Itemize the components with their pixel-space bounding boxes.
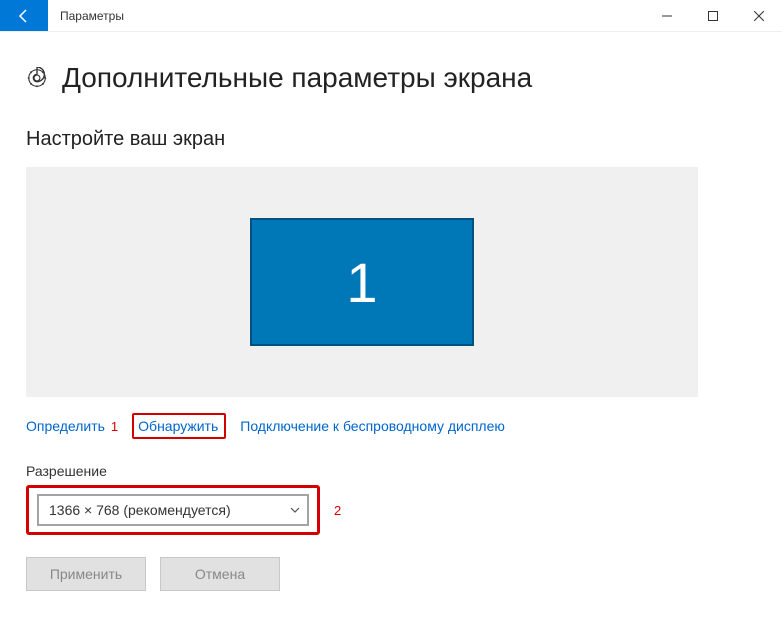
wireless-display-link[interactable]: Подключение к беспроводному дисплею bbox=[240, 418, 505, 434]
annotation-2: 2 bbox=[334, 503, 341, 518]
close-icon bbox=[754, 11, 764, 21]
apply-button[interactable]: Применить bbox=[26, 557, 146, 591]
highlight-box-detect: Обнаружить bbox=[132, 413, 226, 439]
content-area: Дополнительные параметры экрана Настройт… bbox=[0, 32, 782, 591]
annotation-1: 1 bbox=[111, 419, 118, 434]
monitor-label: 1 bbox=[346, 250, 377, 315]
button-row: Применить Отмена bbox=[26, 557, 756, 591]
cancel-button[interactable]: Отмена bbox=[160, 557, 280, 591]
window-title: Параметры bbox=[48, 0, 644, 31]
resolution-row: 1366 × 768 (рекомендуется) 2 bbox=[26, 485, 756, 535]
maximize-icon bbox=[708, 11, 718, 21]
display-links-row: Определить 1 Обнаружить Подключение к бе… bbox=[26, 413, 756, 439]
chevron-down-icon bbox=[289, 504, 301, 516]
monitor-preview-area[interactable]: 1 bbox=[26, 167, 698, 397]
gear-icon bbox=[26, 67, 48, 89]
detect-link[interactable]: Обнаружить bbox=[138, 418, 218, 434]
resolution-label: Разрешение bbox=[26, 463, 756, 479]
close-button[interactable] bbox=[736, 0, 782, 31]
maximize-button[interactable] bbox=[690, 0, 736, 31]
page-title: Дополнительные параметры экрана bbox=[62, 62, 532, 94]
identify-link[interactable]: Определить bbox=[26, 418, 105, 434]
minimize-button[interactable] bbox=[644, 0, 690, 31]
minimize-icon bbox=[662, 11, 672, 21]
back-button[interactable] bbox=[0, 0, 48, 31]
page-header: Дополнительные параметры экрана bbox=[26, 62, 756, 94]
resolution-selected-value: 1366 × 768 (рекомендуется) bbox=[49, 502, 231, 518]
section-title: Настройте ваш экран bbox=[26, 128, 756, 151]
monitor-1[interactable]: 1 bbox=[250, 218, 474, 346]
highlight-box-resolution: 1366 × 768 (рекомендуется) bbox=[26, 485, 320, 535]
arrow-left-icon bbox=[16, 8, 32, 24]
titlebar: Параметры bbox=[0, 0, 782, 32]
resolution-select[interactable]: 1366 × 768 (рекомендуется) bbox=[37, 494, 309, 526]
window-controls bbox=[644, 0, 782, 31]
